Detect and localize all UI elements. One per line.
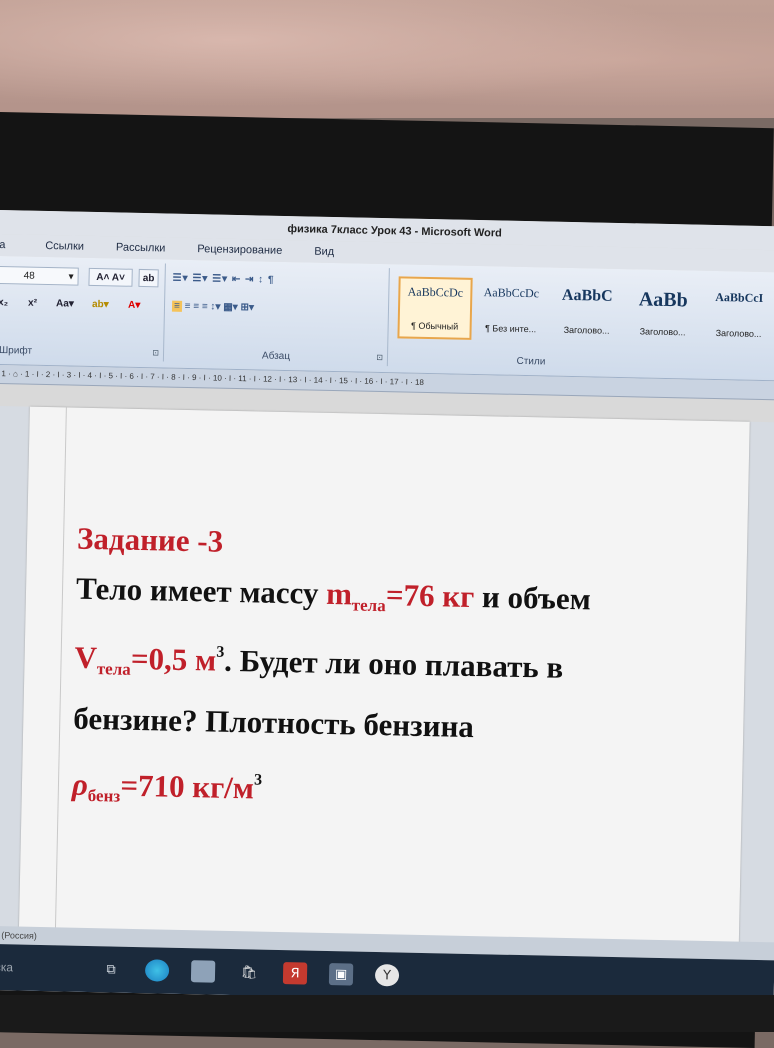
photos-icon[interactable]: ▣ — [328, 963, 354, 986]
density-value: =710 кг/м — [120, 767, 255, 806]
tab-references[interactable]: Ссылки — [29, 240, 100, 253]
style-name: ¶ Обычный — [411, 320, 459, 332]
volume-symbol: V — [74, 639, 98, 676]
document-workspace: Задание -3 Тело имеет массу mтела=76 кг … — [0, 405, 774, 1007]
style-heading-1[interactable]: AaBbC Заголово... — [549, 280, 624, 344]
tab-review[interactable]: Рецензирование — [181, 243, 298, 257]
style-no-spacing[interactable]: AaBbCcDc ¶ Без инте... — [473, 278, 548, 342]
style-heading-3[interactable]: AaBbCcI Заголово... — [701, 283, 774, 347]
volume-value: =0,5 м — [130, 640, 217, 678]
style-heading-2[interactable]: AaBb Заголово... — [625, 281, 700, 345]
mail-icon[interactable] — [190, 960, 216, 983]
background-wall — [0, 0, 774, 118]
text-segment: . Будет ли оно плавать в — [223, 642, 564, 685]
chevron-down-icon: ▾ — [68, 271, 74, 283]
mass-subscript: тела — [351, 595, 386, 616]
highlight-color-icon[interactable]: ab▾ — [92, 296, 126, 315]
style-name: Заголово... — [715, 328, 762, 339]
document-body[interactable]: Задание -3 Тело имеет массу mтела=76 кг … — [71, 514, 737, 835]
dialog-launcher-icon[interactable]: ⊡ — [376, 353, 383, 362]
style-sample: AaBbCcDc — [407, 284, 464, 300]
grow-shrink-font-button[interactable]: A˄ A˅ — [88, 267, 133, 287]
paragraph-group-label: Абзац — [261, 350, 291, 363]
mass-symbol: m — [325, 575, 353, 612]
styles-group: AaBbCcDc ¶ Обычный AaBbCcDc ¶ Без инте..… — [391, 268, 774, 374]
browser-icon[interactable]: Y — [374, 964, 400, 987]
taskbar-search[interactable]: еска — [0, 960, 88, 976]
text-segment: Тело имеет массу — [75, 570, 327, 611]
tab-mailings[interactable]: Рассылки — [100, 241, 182, 255]
yandex-icon[interactable]: Я — [282, 962, 308, 985]
document-page[interactable]: Задание -3 Тело имеет массу mтела=76 кг … — [18, 406, 750, 962]
monitor-bezel-bottom — [0, 995, 774, 1032]
tab-cut-off[interactable]: а — [0, 239, 29, 252]
font-group: 48 ▾ A˄ A˅ ab x₂ x² Aa▾ ab▾ A▾ Шрифт ⊡ — [0, 259, 166, 362]
dialog-launcher-icon[interactable]: ⊡ — [152, 348, 159, 357]
list-buttons[interactable]: ☰▾ ☰▾ ☰▾ ⇤ ⇥ ↕ ¶ — [172, 270, 372, 292]
style-normal[interactable]: AaBbCcDc ¶ Обычный — [397, 276, 473, 340]
superscript-button[interactable]: x² — [28, 295, 52, 313]
density-subscript: бенз — [87, 785, 121, 806]
subscript-button[interactable]: x₂ — [0, 294, 26, 313]
store-icon[interactable]: 🛍 — [237, 961, 261, 983]
text-segment: и объем — [473, 579, 592, 617]
font-group-label: Шрифт — [0, 345, 33, 357]
style-sample: AaBbCcDc — [483, 285, 540, 301]
style-name: Заголово... — [639, 326, 686, 338]
clear-format-icon[interactable]: ab — [138, 268, 159, 288]
edge-icon[interactable] — [144, 959, 170, 982]
change-case-button[interactable]: Aa▾ — [56, 295, 88, 314]
align-left-icon[interactable]: ≡ — [171, 300, 182, 312]
font-size-select[interactable]: 48 ▾ — [0, 265, 79, 286]
density-symbol: ρ — [71, 766, 89, 802]
styles-group-label: Стили — [516, 355, 546, 368]
mass-value: =76 кг — [385, 577, 475, 615]
text-line-4: ρбенз=710 кг/м3 — [71, 752, 732, 835]
page-margin-line — [54, 407, 67, 948]
density-exponent: 3 — [253, 771, 263, 789]
paragraph-group: ☰▾ ☰▾ ☰▾ ⇤ ⇥ ↕ ¶ ≡ ≡ ≡ ≡ ↕▾ ▦▾ ⊞▾ Абзац … — [164, 263, 390, 367]
ribbon: 48 ▾ A˄ A˅ ab x₂ x² Aa▾ ab▾ A▾ Шрифт ⊡ ☰… — [0, 255, 774, 382]
font-color-icon[interactable]: A▾ — [128, 297, 158, 316]
language-indicator[interactable]: ий (Россия) — [0, 930, 37, 941]
screen: физика 7класс Урок 43 - Microsoft Word а… — [0, 210, 774, 1007]
font-size-value: 48 — [23, 270, 35, 282]
style-name: ¶ Без инте... — [484, 323, 537, 335]
style-sample: AaBb — [638, 288, 688, 312]
align-buttons[interactable]: ≡ ≡ ≡ ≡ ↕▾ ▦▾ ⊞▾ — [171, 298, 382, 320]
tab-view[interactable]: Вид — [298, 245, 350, 258]
style-sample: AaBbCcI — [715, 290, 764, 306]
volume-subscript: тела — [96, 659, 131, 679]
style-sample: AaBbC — [561, 286, 613, 305]
task-view-icon[interactable]: ⧉ — [99, 958, 123, 980]
style-name: Заголово... — [563, 324, 610, 336]
